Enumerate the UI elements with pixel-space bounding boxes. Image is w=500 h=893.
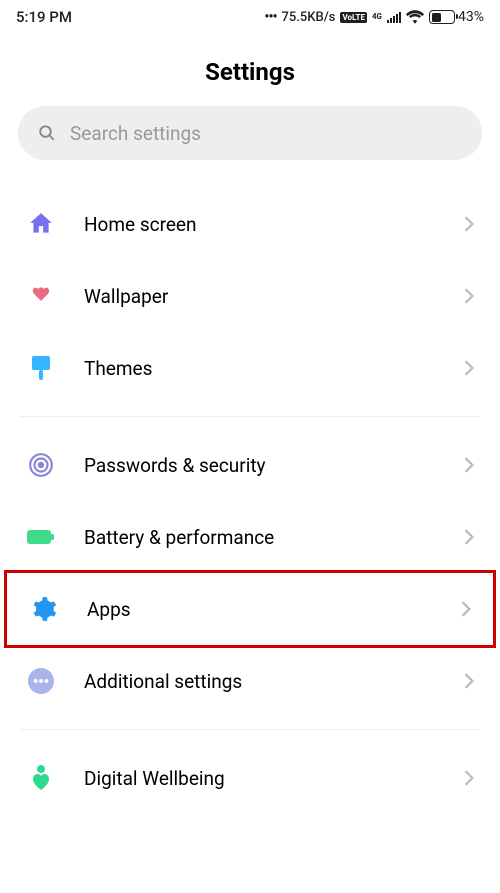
- divider: [20, 729, 480, 730]
- themes-icon: [26, 353, 56, 383]
- settings-item-wallpaper[interactable]: Wallpaper: [0, 260, 500, 332]
- search-icon: [38, 124, 56, 142]
- settings-item-passwords-security[interactable]: Passwords & security: [0, 429, 500, 501]
- settings-list: Home screen Wallpaper Themes Passwords &…: [0, 188, 500, 814]
- search-input[interactable]: [70, 122, 462, 145]
- volte-icon: VoLTE: [340, 12, 366, 23]
- more-dots-icon: •••: [264, 9, 276, 25]
- settings-item-apps[interactable]: Apps: [4, 570, 496, 648]
- item-label: Battery & performance: [84, 526, 436, 549]
- item-label: Home screen: [84, 213, 436, 236]
- divider: [20, 416, 480, 417]
- settings-item-battery-performance[interactable]: Battery & performance: [0, 501, 500, 573]
- chevron-right-icon: [464, 529, 474, 545]
- item-label: Additional settings: [84, 670, 436, 693]
- battery-icon: [26, 522, 56, 552]
- more-icon: [26, 666, 56, 696]
- home-icon: [26, 209, 56, 239]
- settings-item-additional-settings[interactable]: Additional settings: [0, 645, 500, 717]
- chevron-right-icon: [464, 216, 474, 232]
- battery-fill: [432, 13, 441, 22]
- item-label: Apps: [87, 598, 433, 621]
- search-bar[interactable]: [18, 106, 482, 160]
- status-time: 5:19 PM: [16, 8, 72, 26]
- battery-indicator: 43%: [429, 9, 484, 25]
- chevron-right-icon: [464, 288, 474, 304]
- item-label: Passwords & security: [84, 454, 436, 477]
- page-title: Settings: [0, 58, 500, 86]
- chevron-right-icon: [464, 360, 474, 376]
- item-label: Themes: [84, 357, 436, 380]
- settings-item-home-screen[interactable]: Home screen: [0, 188, 500, 260]
- network-speed: 75.5KB/s: [282, 10, 336, 25]
- network-type-icon: 4G: [372, 13, 382, 21]
- status-indicators: ••• 75.5KB/s VoLTE 4G 43%: [264, 9, 484, 25]
- chevron-right-icon: [464, 457, 474, 473]
- wifi-icon: [406, 10, 424, 24]
- item-label: Wallpaper: [84, 285, 436, 308]
- chevron-right-icon: [464, 770, 474, 786]
- status-bar: 5:19 PM ••• 75.5KB/s VoLTE 4G 43%: [0, 0, 500, 30]
- settings-item-themes[interactable]: Themes: [0, 332, 500, 404]
- signal-icon: [387, 11, 401, 23]
- chevron-right-icon: [464, 673, 474, 689]
- wellbeing-icon: [26, 763, 56, 793]
- battery-percentage: 43%: [458, 9, 484, 25]
- chevron-right-icon: [461, 601, 471, 617]
- settings-item-digital-wellbeing[interactable]: Digital Wellbeing: [0, 742, 500, 814]
- wallpaper-icon: [26, 281, 56, 311]
- apps-gear-icon: [29, 594, 59, 624]
- fingerprint-icon: [26, 450, 56, 480]
- item-label: Digital Wellbeing: [84, 767, 436, 790]
- battery-icon: [429, 10, 455, 24]
